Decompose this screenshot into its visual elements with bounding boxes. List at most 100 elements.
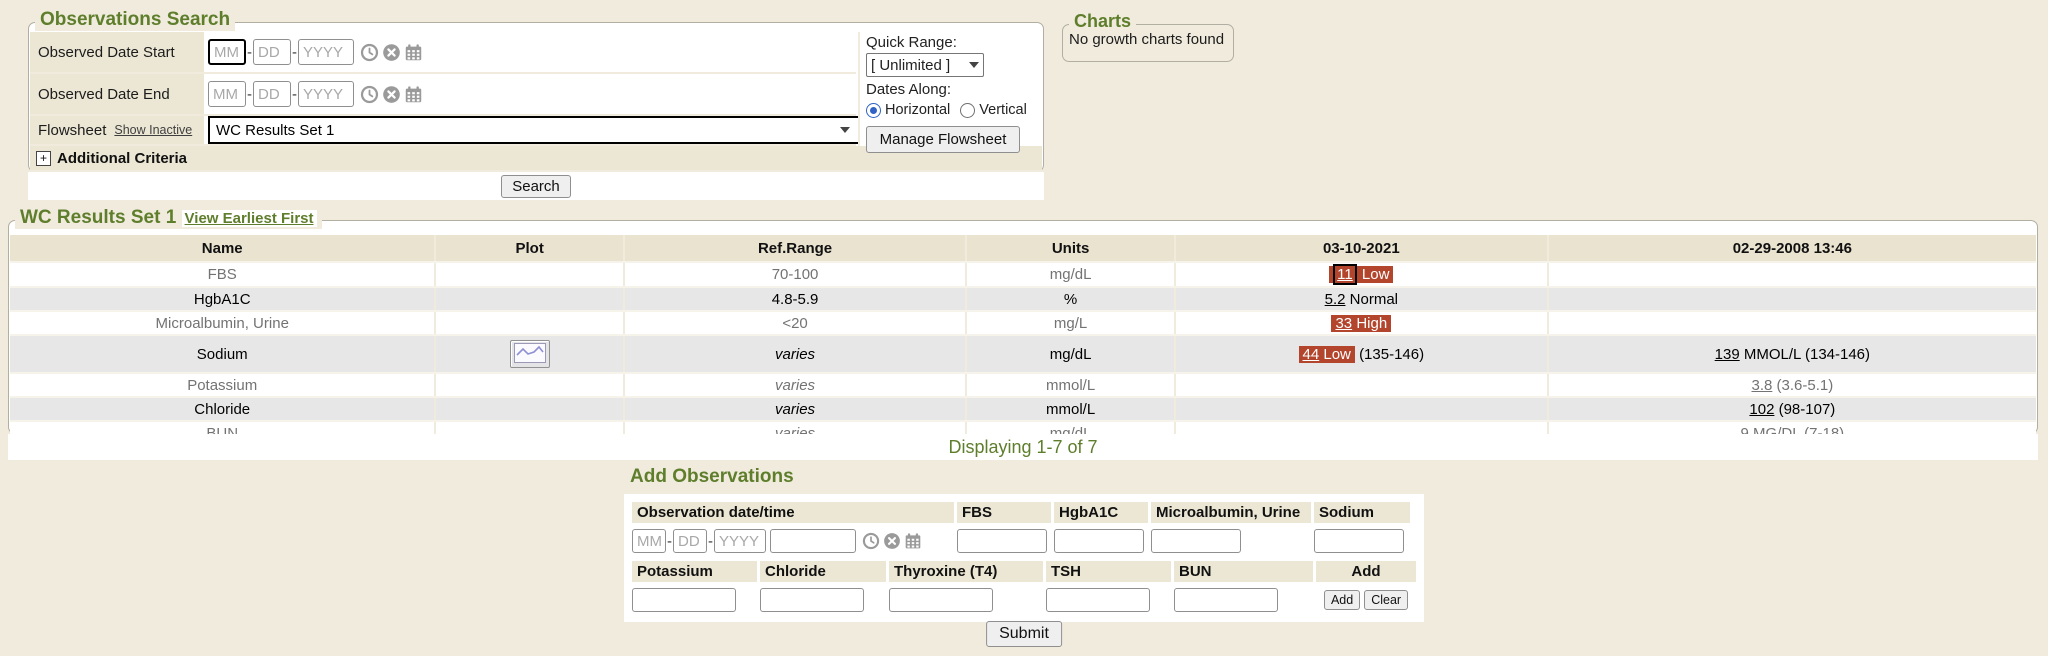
value-link[interactable]: 33 [1335,315,1352,332]
results-fieldset: WC Results Set 1 View Earliest First Nam… [8,220,2038,434]
table-row-microalbumin: Microalbumin, Urine <20 mg/L 33 High [10,311,2036,335]
potassium-input[interactable] [632,588,736,612]
microalbumin-input-cell [1151,529,1311,553]
manage-flowsheet-button[interactable]: Manage Flowsheet [866,126,1020,153]
calendar-icon[interactable] [404,43,423,62]
fbs-input[interactable] [957,529,1047,553]
cell-units: mg/dL [966,335,1175,373]
table-row-chloride: Chloride varies mmol/L 102 (98-107) [10,397,2036,421]
clear-date-icon[interactable] [883,532,901,550]
obs-time-input[interactable] [770,529,856,553]
header-hgba1c: HgbA1C [1054,502,1148,523]
cell-value-date1: 44 Low (135-146) [1175,335,1548,373]
add-button[interactable]: Add [1324,590,1360,610]
range-note: (3.6-5.1) [1777,377,1834,394]
tsh-input-cell [1046,588,1171,612]
results-legend-title: WC Results Set 1 [20,207,176,228]
submit-button[interactable]: Submit [986,621,1062,647]
calendar-icon[interactable] [404,85,423,104]
date-start-day-input[interactable] [253,39,291,65]
chevron-down-icon [969,62,979,68]
date-end-month-input[interactable] [208,81,246,107]
date-end-year-input[interactable] [298,81,354,107]
date-start-month-input[interactable] [208,39,246,65]
header-bun: BUN [1174,561,1313,582]
observations-search-body: Observed Date Start - - Observed Date En… [30,32,1042,170]
clear-button[interactable]: Clear [1364,590,1408,610]
value-link[interactable]: 3.8 [1751,377,1772,394]
results-table: Name Plot Ref.Range Units 03-10-2021 02-… [10,235,2036,446]
tsh-input[interactable] [1046,588,1150,612]
header-add: Add [1316,561,1416,582]
value-link[interactable]: 139 [1715,346,1740,363]
range-note: MMOL/L (134-146) [1744,346,1870,363]
bun-input[interactable] [1174,588,1278,612]
abnormal-value-badge: 11 Low [1329,266,1393,283]
view-earliest-first-link[interactable]: View Earliest First [182,210,317,227]
radio-vertical[interactable] [960,103,975,118]
clear-date-icon[interactable] [382,85,401,104]
clock-icon[interactable] [862,532,880,550]
quick-range-label: Quick Range: [866,34,1042,51]
hgba1c-input[interactable] [1054,529,1144,553]
plot-sodium-button[interactable] [510,340,550,368]
dates-along-label: Dates Along: [866,81,1042,98]
col-header-date1: 03-10-2021 [1175,235,1548,262]
date-end-day-input[interactable] [253,81,291,107]
value-link[interactable]: 102 [1749,401,1774,418]
show-inactive-link[interactable]: Show Inactive [114,123,192,137]
date-start-year-input[interactable] [298,39,354,65]
cell-plot [435,397,623,421]
clock-icon[interactable] [360,43,379,62]
date-start-icons [360,43,423,62]
cell-value-date1 [1175,397,1548,421]
header-tsh: TSH [1046,561,1171,582]
radio-horizontal[interactable] [866,103,881,118]
sodium-input[interactable] [1314,529,1404,553]
value-link[interactable]: 11 [1333,264,1357,285]
search-button[interactable]: Search [501,175,571,198]
flowsheet-select[interactable]: WC Results Set 1 [208,116,860,144]
cell-plot [435,262,623,287]
sparkline-icon [514,343,546,363]
header-observation-datetime: Observation date/time [632,502,954,523]
observation-datetime-inputs: - - [632,529,954,553]
hgba1c-input-cell [1054,529,1148,553]
dates-along-radios: Horizontal Vertical [866,102,1042,118]
cell-units: mmol/L [966,373,1175,397]
value-link[interactable]: 44 [1303,346,1320,363]
add-buttons-cell: Add Clear [1316,590,1416,610]
cell-name: FBS [10,262,435,287]
chloride-input[interactable] [760,588,864,612]
obs-month-input[interactable] [632,529,666,553]
thyroxine-input[interactable] [889,588,993,612]
cell-plot [435,287,623,311]
table-row-fbs: FBS 70-100 mg/dL 11 Low [10,262,2036,287]
col-header-refrange: Ref.Range [624,235,966,262]
cell-value-date1: 5.2 Normal [1175,287,1548,311]
clock-icon[interactable] [360,85,379,104]
plus-box-icon[interactable]: + [36,151,51,166]
value-link[interactable]: 5.2 [1325,291,1346,308]
obs-year-input[interactable] [714,529,766,553]
cell-name: Potassium [10,373,435,397]
submit-row: Submit [986,621,1062,647]
cell-plot [435,373,623,397]
date-separator: - [667,533,672,550]
charts-legend: Charts [1069,11,1136,32]
obs-day-input[interactable] [673,529,707,553]
bun-input-cell [1174,588,1313,612]
add-header-row-2: Potassium Chloride Thyroxine (T4) TSH BU… [632,561,1416,582]
cell-refrange: varies [624,335,966,373]
date-separator: - [708,533,713,550]
add-input-row-1: - - [632,527,1416,555]
flowsheet-page: Observations Search Observed Date Start … [0,0,2048,656]
add-header-row-1: Observation date/time FBS HgbA1C Microal… [632,502,1416,523]
table-row-potassium: Potassium varies mmol/L 3.8 (3.6-5.1) [10,373,2036,397]
header-microalbumin: Microalbumin, Urine [1151,502,1311,523]
cell-units: % [966,287,1175,311]
calendar-icon[interactable] [904,532,922,550]
quick-range-select[interactable]: [ Unlimited ] [866,53,984,77]
microalbumin-input[interactable] [1151,529,1241,553]
clear-date-icon[interactable] [382,43,401,62]
